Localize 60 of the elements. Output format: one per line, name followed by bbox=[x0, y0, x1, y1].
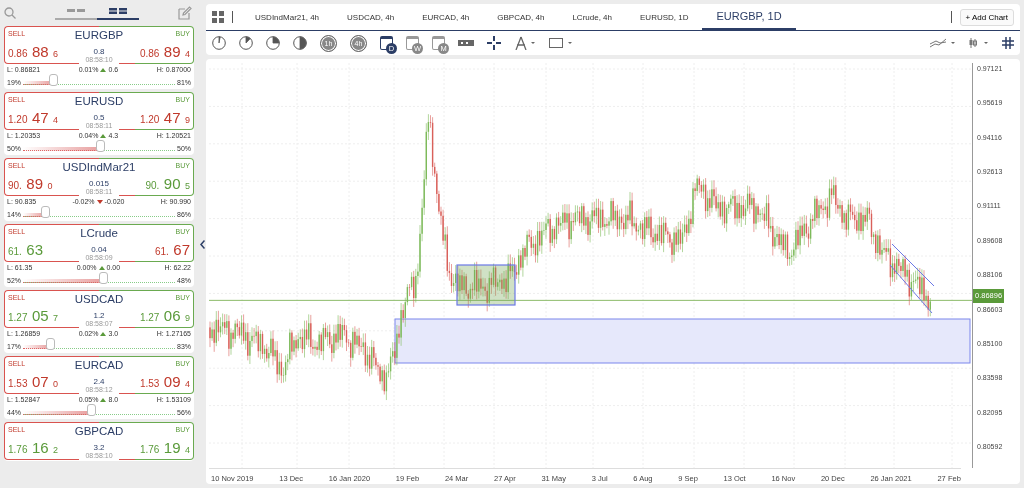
spread-value: 2.4 bbox=[93, 377, 105, 386]
chart-tab[interactable]: USDIndMar21, 4h bbox=[241, 4, 334, 30]
sentiment-handle[interactable] bbox=[45, 337, 55, 350]
clock-icon[interactable] bbox=[293, 36, 307, 50]
buy-price: 1.20 47 9 bbox=[139, 110, 190, 126]
sell-price: 1.20 47 4 bbox=[8, 110, 60, 126]
grid-toggle-icon[interactable] bbox=[1002, 37, 1014, 49]
instrument-symbol: USDCAD bbox=[74, 292, 124, 305]
buy-price: 1.27 06 9 bbox=[139, 308, 190, 324]
clock-icon[interactable] bbox=[266, 36, 280, 50]
rectangle-tool-icon[interactable] bbox=[549, 37, 573, 49]
list-view-icon bbox=[67, 8, 85, 14]
clock-icon[interactable] bbox=[212, 36, 226, 50]
grid-layout-icon[interactable] bbox=[212, 11, 224, 23]
sentiment-handle[interactable] bbox=[96, 139, 105, 152]
chart-tab[interactable]: EURGBP, 1D bbox=[702, 4, 796, 30]
buy-price: 0.86 89 4 bbox=[139, 44, 190, 60]
add-chart-button[interactable]: + Add Chart bbox=[959, 8, 1014, 26]
spread-value: 1.2 bbox=[93, 311, 105, 320]
instrument-symbol: EURCAD bbox=[74, 358, 124, 371]
buy-price: 1.53 09 4 bbox=[139, 374, 190, 390]
grid-view-icon bbox=[109, 8, 127, 14]
spread-value: 0.8 bbox=[93, 47, 105, 56]
sell-price: 90. 89 0 bbox=[8, 176, 54, 192]
indicator-icon[interactable] bbox=[930, 37, 956, 49]
instrument-symbol: EURUSD bbox=[74, 94, 124, 107]
instrument-symbol: LCrude bbox=[80, 226, 118, 239]
sentiment-handle[interactable] bbox=[86, 403, 96, 416]
sell-price: 1.76 16 2 bbox=[8, 440, 60, 456]
sell-price: 1.27 05 7 bbox=[8, 308, 60, 324]
chart-tab[interactable]: EURUSD, 1D bbox=[626, 4, 703, 30]
buy-price: 90. 90 5 bbox=[145, 176, 190, 192]
buy-price: 1.76 19 4 bbox=[139, 440, 190, 456]
grid-view-button[interactable] bbox=[97, 6, 139, 20]
chart-tab[interactable]: EURCAD, 4h bbox=[408, 4, 484, 30]
range-rectangle[interactable] bbox=[456, 264, 516, 306]
compass-tool-icon[interactable] bbox=[514, 36, 536, 50]
sell-price: 61. 63 bbox=[8, 242, 45, 258]
ruler-icon[interactable] bbox=[458, 40, 474, 46]
clock-icon[interactable] bbox=[239, 36, 253, 50]
sell-price: 0.86 88 6 bbox=[8, 44, 60, 60]
candle-type-icon[interactable] bbox=[969, 37, 989, 49]
sentiment-handle[interactable] bbox=[41, 205, 51, 218]
instrument-symbol: USDIndMar21 bbox=[62, 160, 136, 173]
buy-price: 61. 67 bbox=[154, 242, 190, 258]
chart-tab[interactable]: GBPCAD, 4h bbox=[483, 4, 559, 30]
chart-tab[interactable]: USDCAD, 4h bbox=[333, 4, 409, 30]
chart-tab[interactable]: LCrude, 4h bbox=[558, 4, 626, 30]
instrument-symbol: EURGBP bbox=[74, 28, 124, 41]
trend-channel-drawing[interactable] bbox=[889, 243, 935, 314]
instrument-symbol: GBPCAD bbox=[74, 424, 124, 437]
spread-value: 0.015 bbox=[89, 179, 109, 188]
sentiment-handle[interactable] bbox=[48, 73, 58, 86]
search-icon[interactable] bbox=[4, 7, 16, 19]
sentiment-handle[interactable] bbox=[99, 271, 109, 284]
spread-value: 0.04 bbox=[91, 245, 107, 254]
spread-value: 3.2 bbox=[93, 443, 105, 452]
sell-price: 1.53 07 0 bbox=[8, 374, 60, 390]
crosshair-icon[interactable] bbox=[487, 36, 501, 50]
spread-value: 0.5 bbox=[93, 113, 105, 122]
